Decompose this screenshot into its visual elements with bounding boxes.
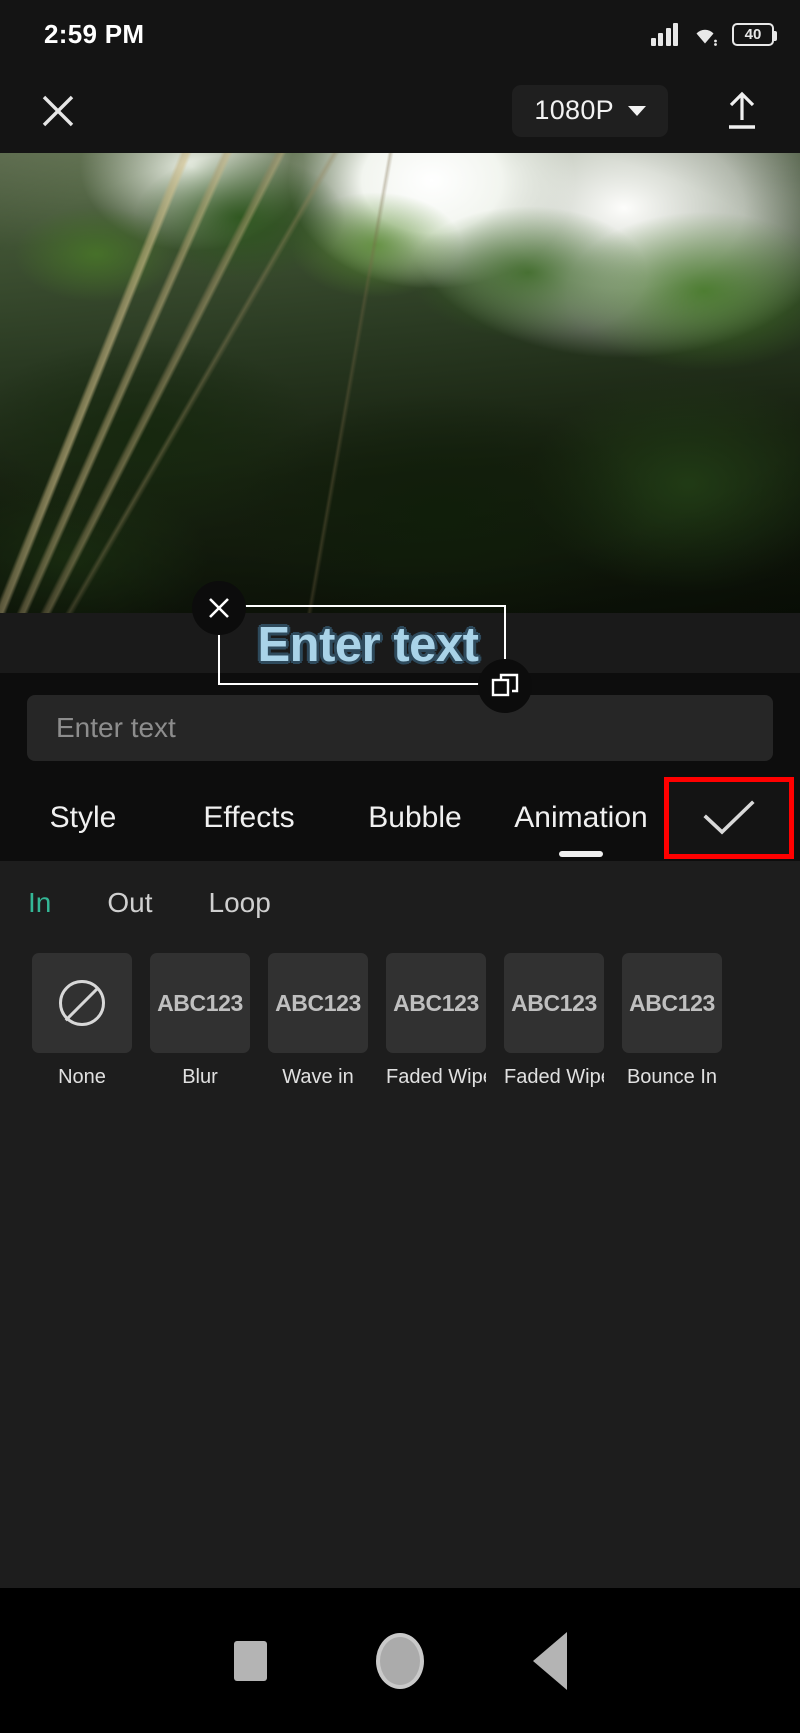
text-overlay-content: Enter text — [257, 618, 479, 672]
sub-tab-loop[interactable]: Loop — [209, 887, 271, 919]
export-button[interactable] — [714, 83, 770, 139]
animation-card-faded-wipe-2[interactable]: ABC123 Faded Wipe.. — [504, 953, 604, 1089]
status-icons: 40 — [650, 22, 777, 46]
circle-icon — [376, 1632, 424, 1689]
video-vignette-layer — [0, 153, 800, 613]
animation-thumb — [32, 953, 132, 1053]
tab-underline — [559, 851, 603, 857]
animation-card-bounce-in[interactable]: ABC123 Bounce In — [622, 953, 722, 1089]
close-icon — [42, 95, 74, 126]
text-overlay-box[interactable]: Enter text — [218, 605, 506, 685]
animation-preview-text: ABC123 — [157, 989, 243, 1016]
animation-sub-tabs: In Out Loop — [0, 861, 800, 929]
nav-home-button[interactable] — [325, 1588, 475, 1733]
animation-thumb: ABC123 — [504, 953, 604, 1053]
sub-tab-out[interactable]: Out — [107, 887, 152, 919]
tab-effects-label: Effects — [203, 801, 295, 834]
resize-corner-icon — [491, 673, 519, 697]
animation-card-list[interactable]: None ABC123 Blur ABC123 Wave in ABC123 F… — [0, 929, 800, 1089]
video-frame — [0, 153, 800, 613]
top-bar-actions: 1080P — [512, 83, 770, 139]
android-nav-bar — [0, 1588, 800, 1733]
animation-panel: In Out Loop None ABC123 Blur ABC123 Wave… — [0, 861, 800, 1588]
animation-card-faded-wipe-1[interactable]: ABC123 Faded Wipe.. — [386, 953, 486, 1089]
top-bar: 1080P — [0, 68, 800, 153]
chevron-down-icon — [628, 105, 646, 116]
animation-card-label: Faded Wipe.. — [386, 1066, 486, 1088]
animation-card-blur[interactable]: ABC123 Blur — [150, 953, 250, 1089]
animation-thumb: ABC123 — [268, 953, 368, 1053]
triangle-back-icon — [533, 1631, 567, 1690]
close-editor-button[interactable] — [30, 83, 86, 139]
tab-style[interactable]: Style — [0, 775, 166, 861]
animation-thumb: ABC123 — [150, 953, 250, 1053]
app-root: 2:59 PM 40 1080P Enter text Enter text S… — [0, 0, 800, 1733]
text-overlay-resize-handle[interactable] — [478, 659, 532, 713]
signal-bars-icon — [650, 22, 678, 46]
animation-preview-text: ABC123 — [511, 989, 597, 1016]
square-icon — [233, 1640, 267, 1681]
animation-card-label: Blur — [182, 1066, 218, 1088]
status-bar: 2:59 PM 40 — [0, 0, 800, 68]
editor-tab-bar: Style Effects Bubble Animation — [0, 775, 800, 861]
video-preview-canvas[interactable]: Enter text — [0, 153, 800, 713]
animation-card-wave-in[interactable]: ABC123 Wave in — [268, 953, 368, 1089]
resolution-label: 1080P — [534, 95, 614, 125]
text-input-row: Enter text — [0, 673, 800, 761]
nav-recents-button[interactable] — [175, 1588, 325, 1733]
tab-bubble-label: Bubble — [368, 801, 462, 834]
status-time: 2:59 PM — [44, 18, 145, 49]
tab-animation[interactable]: Animation — [498, 775, 664, 861]
tab-style-label: Style — [49, 801, 117, 834]
animation-preview-text: ABC123 — [393, 989, 479, 1016]
no-sign-icon — [59, 980, 105, 1026]
animation-card-none[interactable]: None — [32, 953, 132, 1089]
tab-bubble[interactable]: Bubble — [332, 775, 498, 861]
upload-icon — [729, 91, 755, 129]
animation-card-label: Faded Wipe.. — [504, 1066, 604, 1088]
close-icon — [209, 598, 229, 618]
animation-card-label: Bounce In — [626, 1066, 718, 1088]
text-input-field[interactable]: Enter text — [27, 695, 773, 761]
editor-bottom-sheet: Enter text Style Effects Bubble Animatio… — [0, 673, 800, 1588]
battery-level: 40 — [744, 26, 762, 43]
animation-thumb: ABC123 — [386, 953, 486, 1053]
animation-card-label: Wave in — [282, 1066, 354, 1088]
animation-card-label: None — [58, 1066, 106, 1088]
animation-preview-text: ABC123 — [275, 989, 361, 1016]
text-overlay-delete-handle[interactable] — [192, 581, 246, 635]
tab-effects[interactable]: Effects — [166, 775, 332, 861]
battery-icon: 40 — [732, 23, 777, 46]
text-input-placeholder: Enter text — [56, 712, 176, 743]
tab-animation-label: Animation — [514, 801, 648, 834]
animation-thumb: ABC123 — [622, 953, 722, 1053]
wifi-icon — [691, 22, 719, 46]
sub-tab-in[interactable]: In — [28, 887, 51, 919]
resolution-selector[interactable]: 1080P — [512, 84, 668, 137]
confirm-button[interactable] — [664, 777, 794, 859]
nav-back-button[interactable] — [475, 1588, 625, 1733]
checkmark-icon — [703, 800, 755, 835]
animation-preview-text: ABC123 — [629, 989, 715, 1016]
